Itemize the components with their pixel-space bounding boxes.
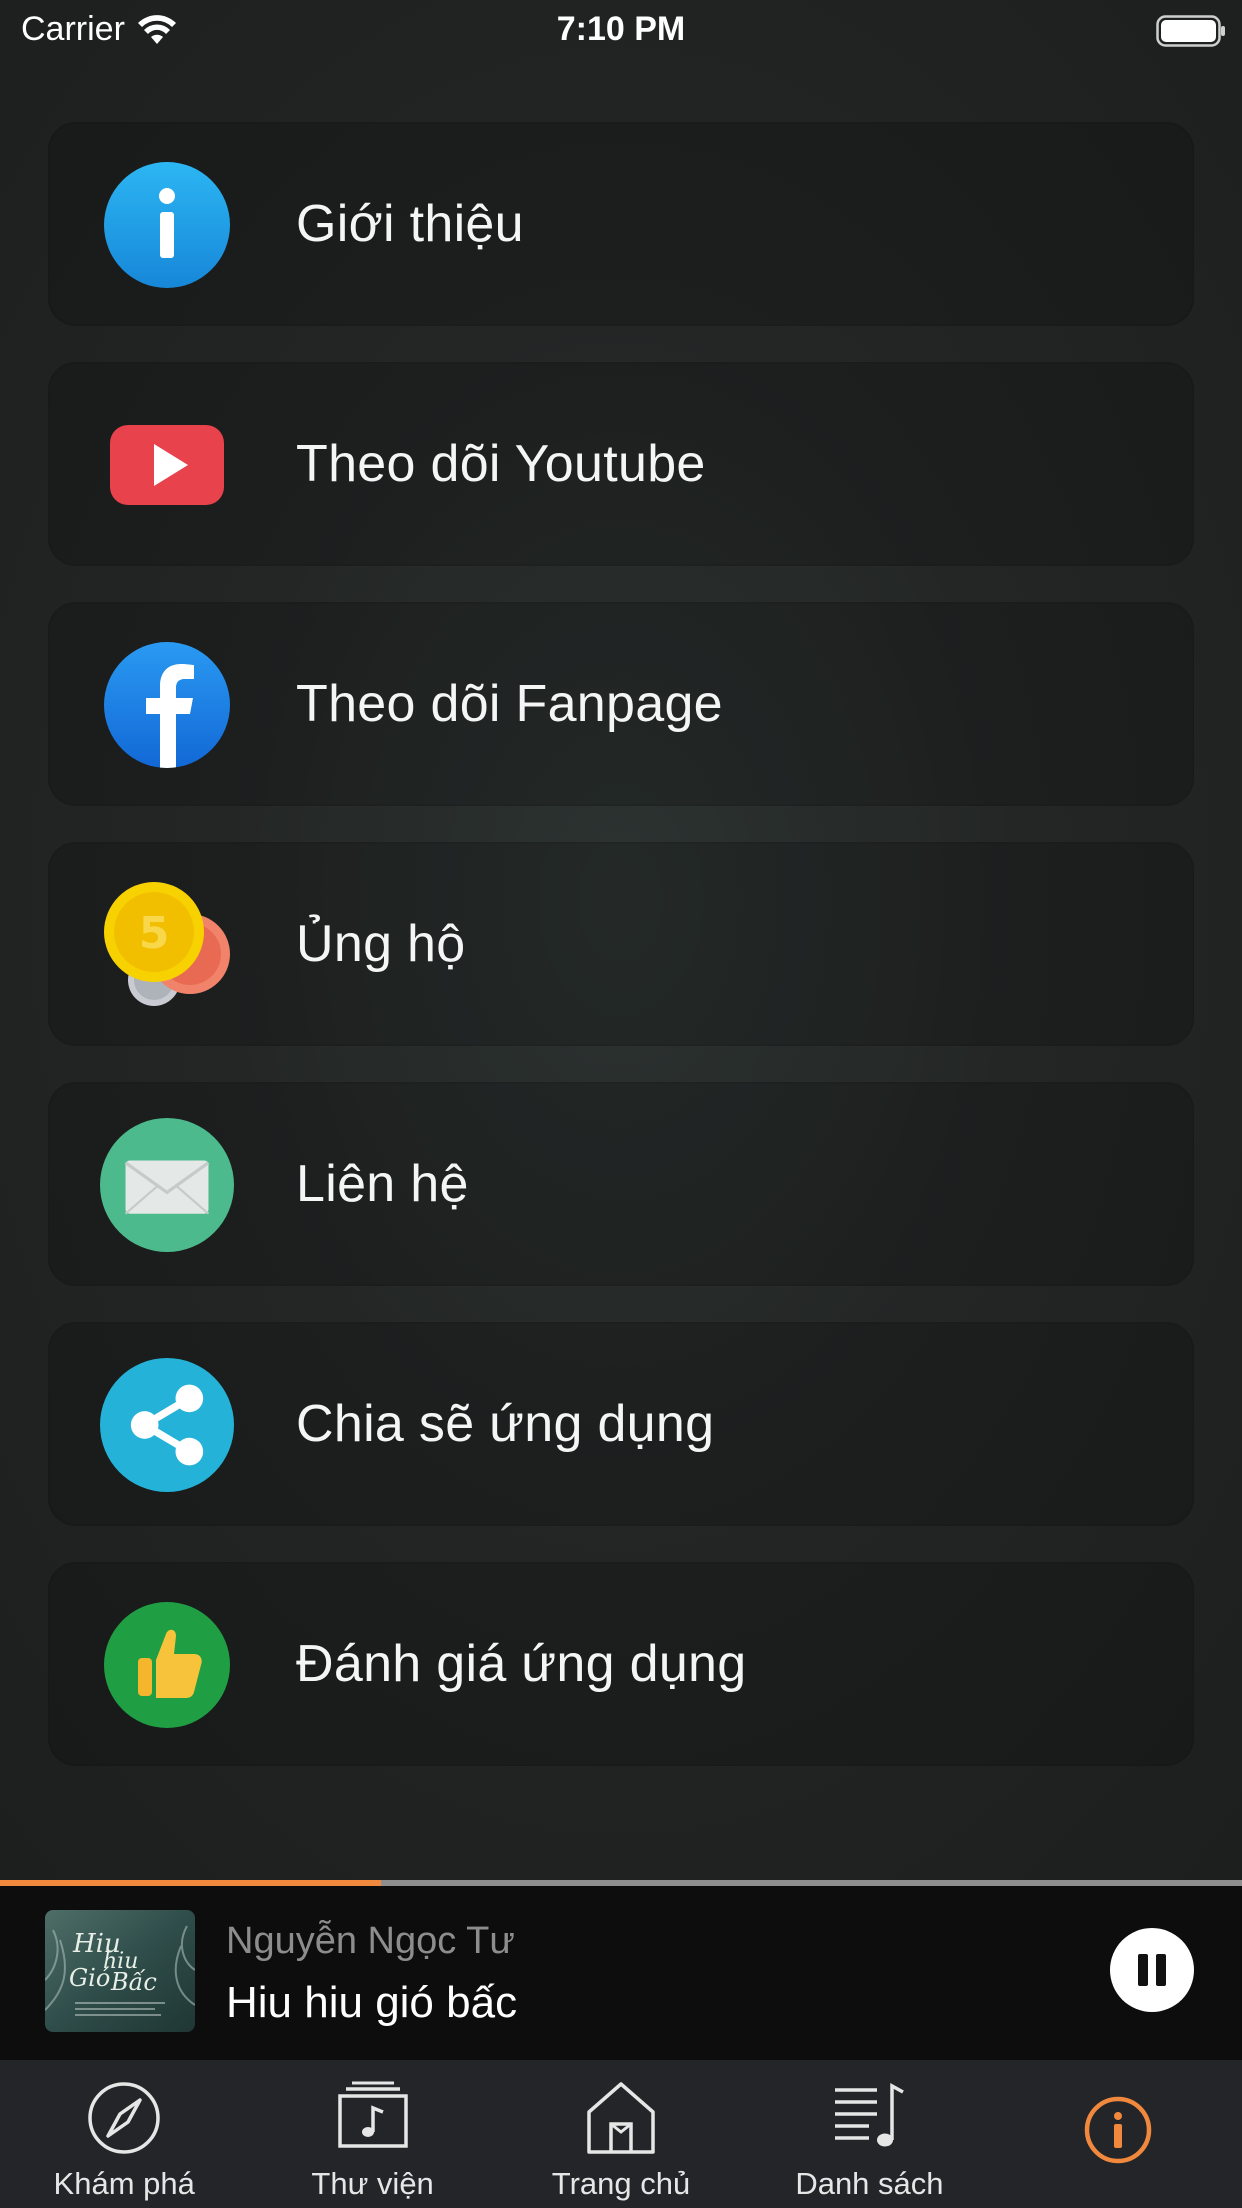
pause-icon-bar: [1156, 1954, 1166, 1986]
tab-library[interactable]: Thư viện: [248, 2060, 496, 2208]
menu-item-fanpage[interactable]: Theo dõi Fanpage: [48, 602, 1194, 806]
home-icon: [587, 2082, 655, 2154]
menu-item-youtube[interactable]: Theo dõi Youtube: [48, 362, 1194, 566]
menu-label-contact: Liên hệ: [296, 1155, 469, 1213]
share-icon: [100, 1358, 234, 1492]
now-playing-artist: Nguyễn Ngọc Tư: [226, 1920, 515, 1962]
tab-label-home: Trang chủ: [551, 2166, 691, 2201]
compass-icon: [88, 2082, 160, 2154]
menu-item-rate[interactable]: Đánh giá ứng dụng: [48, 1562, 1194, 1766]
thumbs-up-icon: [104, 1602, 230, 1728]
mail-icon: [100, 1118, 234, 1252]
music-library-icon: [337, 2081, 408, 2148]
youtube-icon: [110, 425, 224, 505]
battery-icon: [1156, 15, 1225, 47]
svg-text:Gió: Gió: [69, 1964, 110, 1992]
tab-playlist[interactable]: Danh sách: [745, 2060, 993, 2208]
menu-label-share: Chia sẽ ứng dụng: [296, 1395, 715, 1453]
menu-label-fanpage: Theo dõi Fanpage: [296, 675, 723, 733]
menu-item-donate[interactable]: 5 Ủng hộ: [48, 842, 1194, 1046]
album-art-thumbnail: Hiu hiu Gió Bấc: [45, 1910, 195, 2032]
tab-label-library: Thư viện: [311, 2166, 434, 2201]
coins-icon: 5: [104, 882, 230, 1006]
tab-label-explore: Khám phá: [53, 2166, 195, 2201]
status-bar: Carrier 7:10 PM: [0, 0, 1242, 62]
now-playing-bar[interactable]: Hiu hiu Gió Bấc Nguyễn Ngọc Tư Hiu hiu g…: [0, 1886, 1242, 2060]
svg-text:Bấc: Bấc: [110, 1968, 157, 1996]
menu-item-share[interactable]: Chia sẽ ứng dụng: [48, 1322, 1194, 1526]
menu-label-donate: Ủng hộ: [296, 915, 466, 973]
tab-label-playlist: Danh sách: [795, 2166, 944, 2201]
settings-menu: Giới thiệu Theo dõi Youtube Theo dõi Fan…: [48, 122, 1194, 1802]
menu-label-youtube: Theo dõi Youtube: [296, 435, 706, 493]
tab-info[interactable]: [994, 2060, 1242, 2208]
playlist-icon: [835, 2083, 905, 2147]
info-icon: [1084, 2096, 1152, 2164]
menu-item-contact[interactable]: Liên hệ: [48, 1082, 1194, 1286]
now-playing-title: Hiu hiu gió bấc: [226, 1978, 518, 2027]
tab-explore[interactable]: Khám phá: [0, 2060, 248, 2208]
menu-item-about[interactable]: Giới thiệu: [48, 122, 1194, 326]
pause-button[interactable]: [1110, 1928, 1194, 2012]
tab-bar: Khám phá Thư viện Trang chủ Danh sách: [0, 2060, 1242, 2208]
pause-icon: [1138, 1954, 1148, 1986]
tab-home[interactable]: Trang chủ: [497, 2060, 745, 2208]
menu-label-about: Giới thiệu: [296, 195, 524, 253]
facebook-icon: [104, 642, 230, 768]
status-time: 7:10 PM: [556, 10, 686, 48]
info-icon: [104, 162, 230, 288]
menu-label-rate: Đánh giá ứng dụng: [296, 1635, 747, 1693]
svg-text:5: 5: [139, 908, 170, 959]
